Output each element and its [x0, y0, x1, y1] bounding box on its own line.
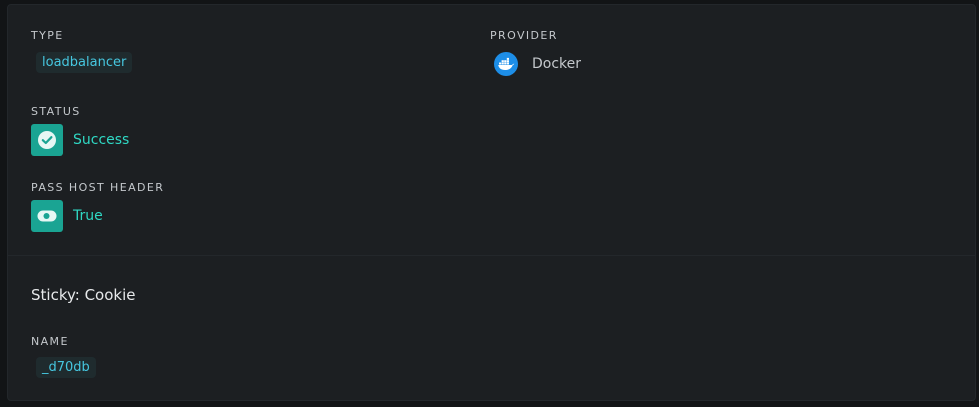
status-indicator [31, 124, 63, 156]
pass-host-header-indicator [31, 200, 63, 232]
service-overview-section: TYPE loadbalancer PROVIDER Docker STATUS [8, 5, 975, 255]
section-divider [8, 255, 975, 256]
toggle-on-icon [37, 210, 57, 222]
service-details-card: TYPE loadbalancer PROVIDER Docker STATUS [7, 4, 976, 401]
status-label: STATUS [31, 105, 81, 118]
pass-host-header-value: True [73, 208, 103, 224]
check-circle-icon [38, 131, 56, 149]
type-chip: loadbalancer [36, 52, 133, 73]
name-label: NAME [31, 335, 69, 348]
provider-label: PROVIDER [490, 29, 558, 42]
sticky-heading: Sticky: Cookie [31, 286, 136, 304]
type-label: TYPE [31, 29, 64, 42]
status-value: Success [73, 132, 130, 148]
provider-name: Docker [532, 56, 582, 72]
pass-host-header-label: PASS HOST HEADER [31, 181, 165, 194]
name-chip: _d70db [36, 357, 96, 378]
docker-icon [494, 52, 518, 76]
